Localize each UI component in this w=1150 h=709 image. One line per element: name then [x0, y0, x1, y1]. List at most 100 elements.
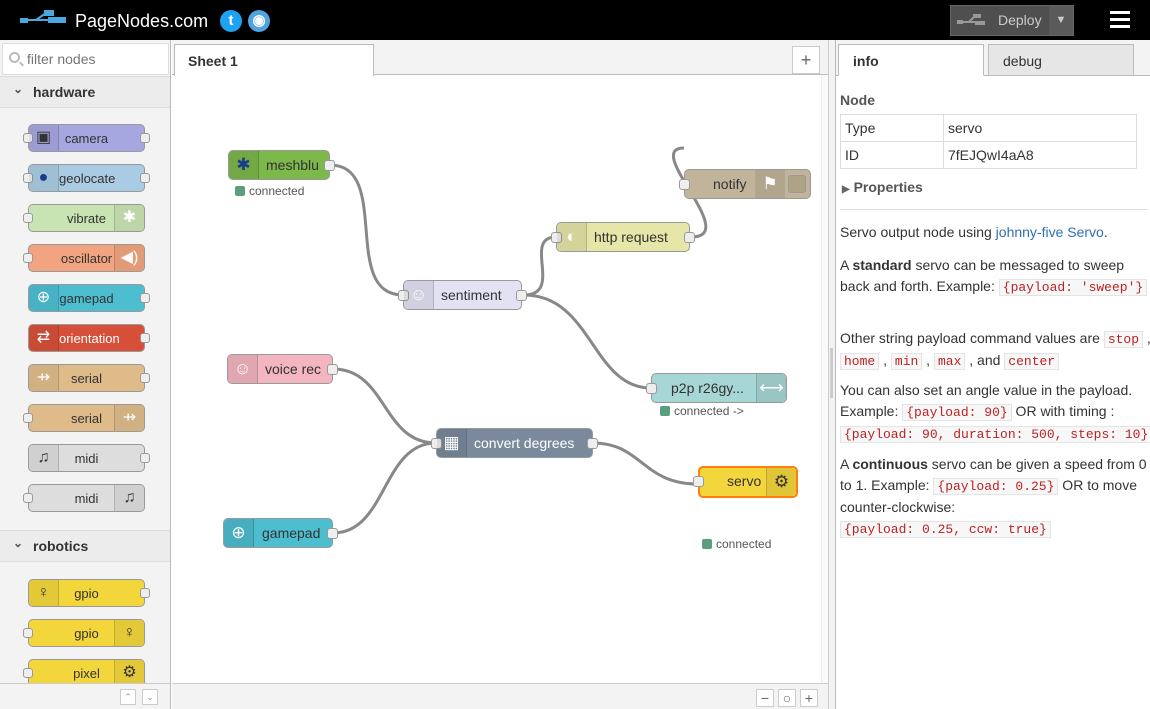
vibrate-icon: ✱	[114, 205, 144, 231]
input-port[interactable]	[23, 668, 33, 678]
output-port[interactable]	[140, 293, 150, 303]
text: and	[977, 352, 1001, 368]
node-label: orientation	[59, 331, 120, 346]
node-label: notify	[713, 176, 747, 192]
flow-node-notify[interactable]: notify ⚑	[679, 169, 811, 199]
flow-node-servo[interactable]: servo ⚙	[693, 466, 798, 498]
input-port[interactable]	[23, 493, 33, 503]
flow-node-p2p[interactable]: p2p r26gy... ⟷	[646, 373, 787, 403]
palette-node-geolocate[interactable]: ● geolocate	[23, 164, 150, 192]
filter-box[interactable]	[2, 43, 169, 75]
input-port[interactable]	[646, 383, 657, 394]
sidebar-splitter[interactable]	[828, 40, 835, 709]
palette-node-midi-in[interactable]: ♫ midi	[28, 444, 150, 472]
flow-node-sentiment[interactable]: ☺ sentiment	[398, 280, 527, 310]
category-header-hardware[interactable]: ⌄ hardware	[0, 76, 170, 108]
flow-canvas[interactable]: ✱ meshblu connected notify ⚑ ◐ http requ…	[172, 76, 828, 683]
output-port[interactable]	[140, 588, 150, 598]
flow-node-voice-rec[interactable]: ☺ voice rec	[227, 354, 338, 384]
input-port[interactable]	[23, 413, 33, 423]
gpio-icon: ♀	[114, 620, 144, 646]
filter-nodes-input[interactable]	[25, 50, 165, 68]
deploy-dropdown-caret-icon[interactable]: ▼	[1049, 6, 1073, 35]
palette-node-camera[interactable]: ▣ camera	[23, 124, 150, 152]
output-port[interactable]	[140, 133, 150, 143]
tab-info[interactable]: info	[838, 44, 984, 76]
johnny-five-link[interactable]: johnny-five Servo	[996, 224, 1104, 240]
input-port[interactable]	[693, 476, 704, 487]
status-text: connected	[249, 184, 305, 198]
header-bar: PageNodes.com t ◉ Deploy ▼	[0, 0, 1150, 40]
code-snippet: min	[890, 353, 923, 370]
output-port[interactable]	[327, 364, 338, 375]
deploy-button[interactable]: Deploy ▼	[950, 5, 1074, 36]
output-port[interactable]	[140, 173, 150, 183]
code-snippet: {payload: 90}	[902, 404, 1012, 421]
code-snippet: {payload: 0.25, ccw: true}	[840, 521, 1051, 538]
output-port[interactable]	[684, 232, 695, 243]
output-port[interactable]	[140, 453, 150, 463]
add-tab-button[interactable]: +	[792, 46, 820, 74]
tab-debug[interactable]: debug	[988, 44, 1134, 76]
palette-node-oscillator[interactable]: oscillator ◀)	[23, 244, 145, 272]
expand-all-icon[interactable]: ⌄	[142, 689, 158, 705]
flag-icon: ⚑	[755, 170, 785, 198]
palette-node-gpio-out[interactable]: gpio ♀	[23, 619, 145, 647]
wire-meshblu-sentiment	[329, 163, 404, 297]
flow-node-gamepad[interactable]: ⊕ gamepad	[223, 518, 338, 548]
gamepad-icon: ⊕	[29, 285, 59, 311]
palette-node-midi-out[interactable]: midi ♫	[23, 484, 145, 512]
flow-node-http-request[interactable]: ◐ http request	[551, 222, 695, 252]
output-port[interactable]	[516, 290, 527, 301]
output-port[interactable]	[140, 333, 150, 343]
output-port[interactable]	[324, 160, 335, 171]
palette-node-serial-out[interactable]: serial ⇸	[23, 404, 145, 432]
description-commands: Other string payload command values are …	[840, 328, 1150, 372]
input-port[interactable]	[23, 213, 33, 223]
notify-toggle-button[interactable]	[788, 175, 806, 193]
wire-convert-servo	[592, 441, 699, 486]
tab-sheet-1[interactable]: Sheet 1	[174, 44, 374, 76]
splitter-grip[interactable]	[830, 348, 833, 398]
sidebar-tabs: info debug	[836, 40, 1150, 76]
palette-node-gamepad[interactable]: ⊕ gamepad	[28, 284, 150, 312]
properties-toggle[interactable]: ▶ Properties	[842, 179, 923, 195]
deploy-label: Deploy	[998, 12, 1042, 28]
pagenodes-logo-icon[interactable]	[20, 9, 68, 31]
zoom-in-button[interactable]: +	[800, 689, 818, 707]
globe-icon: ●	[29, 165, 59, 191]
twitter-icon[interactable]: t	[220, 10, 242, 32]
flow-node-meshblu[interactable]: ✱ meshblu	[228, 150, 335, 180]
palette-node-orientation[interactable]: ⇄ orientation	[28, 324, 150, 352]
input-port[interactable]	[23, 253, 33, 263]
zoom-reset-button[interactable]: ○	[778, 689, 796, 707]
zoom-out-button[interactable]: −	[756, 689, 774, 707]
palette-node-vibrate[interactable]: vibrate ✱	[23, 204, 145, 232]
type-value: servo	[943, 114, 1137, 142]
collapse-all-icon[interactable]: ⌃	[120, 689, 136, 705]
chevron-down-icon: ⌄	[13, 82, 24, 96]
code-snippet: {payload: 90, duration: 500, steps: 10}	[840, 426, 1150, 443]
input-port[interactable]	[23, 628, 33, 638]
code-snippet: {payload: 'sweep'}	[998, 279, 1148, 296]
table-row: ID 7fEJQwI4aA8	[840, 141, 1137, 169]
code-snippet: home	[840, 353, 880, 370]
output-port[interactable]	[587, 438, 598, 449]
music-note-icon: ♫	[29, 445, 59, 471]
usb-icon: ⇸	[29, 365, 59, 391]
brand-title[interactable]: PageNodes.com	[75, 11, 208, 32]
deploy-icon	[957, 14, 985, 25]
input-port[interactable]	[679, 179, 690, 190]
flow-node-convert-degrees[interactable]: ▦ convert degrees	[431, 428, 598, 458]
output-port[interactable]	[327, 528, 338, 539]
palette-node-gpio-in[interactable]: ♀ gpio	[28, 579, 150, 607]
wire-gamepad-convert	[332, 441, 437, 535]
hamburger-menu-icon[interactable]	[1110, 11, 1130, 32]
palette-node-serial-in[interactable]: ⇸ serial	[28, 364, 150, 392]
output-port[interactable]	[140, 373, 150, 383]
description-continuous: A continuous servo can be given a speed …	[840, 454, 1150, 540]
table-row: Type servo	[840, 114, 1137, 142]
category-header-robotics[interactable]: ⌄ robotics	[0, 530, 170, 562]
canvas-scrollbar[interactable]	[821, 76, 828, 683]
github-icon[interactable]: ◉	[248, 10, 270, 32]
